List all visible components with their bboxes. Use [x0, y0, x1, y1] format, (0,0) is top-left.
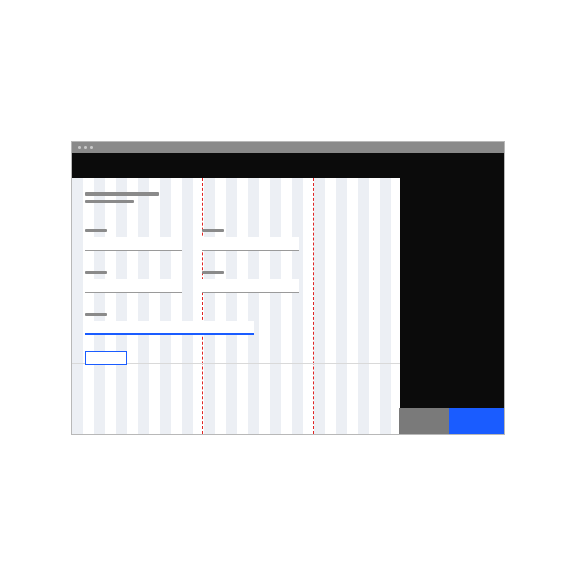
window-control-minimize[interactable] — [84, 146, 87, 149]
field-1a — [85, 229, 182, 251]
field-3-label — [85, 313, 107, 316]
side-panel — [400, 178, 504, 434]
field-1a-input[interactable] — [85, 237, 182, 251]
app-window — [71, 141, 505, 435]
primary-button[interactable] — [85, 351, 127, 365]
field-3 — [85, 313, 254, 335]
form-row-2 — [85, 271, 400, 293]
field-1b-input[interactable] — [202, 237, 299, 251]
content-area — [72, 178, 400, 434]
field-2a-label — [85, 271, 107, 274]
footer-confirm-button[interactable] — [449, 408, 504, 434]
titlebar — [72, 142, 504, 153]
form — [72, 178, 400, 434]
footer-cancel-button[interactable] — [399, 408, 449, 434]
field-2b-input[interactable] — [202, 279, 299, 293]
field-2a-input[interactable] — [85, 279, 182, 293]
field-2b-label — [202, 271, 224, 274]
field-3-input[interactable] — [85, 321, 254, 335]
page-title — [85, 192, 159, 196]
form-row-3 — [85, 313, 400, 335]
window-control-close[interactable] — [78, 146, 81, 149]
field-2a — [85, 271, 182, 293]
field-2b — [202, 271, 299, 293]
header-bar — [72, 153, 504, 178]
page-subtitle — [85, 200, 134, 203]
form-row-1 — [85, 229, 400, 251]
field-1b-label — [202, 229, 224, 232]
footer-actions — [399, 408, 504, 434]
window-control-zoom[interactable] — [90, 146, 93, 149]
body — [72, 178, 504, 434]
field-1a-label — [85, 229, 107, 232]
field-1b — [202, 229, 299, 251]
